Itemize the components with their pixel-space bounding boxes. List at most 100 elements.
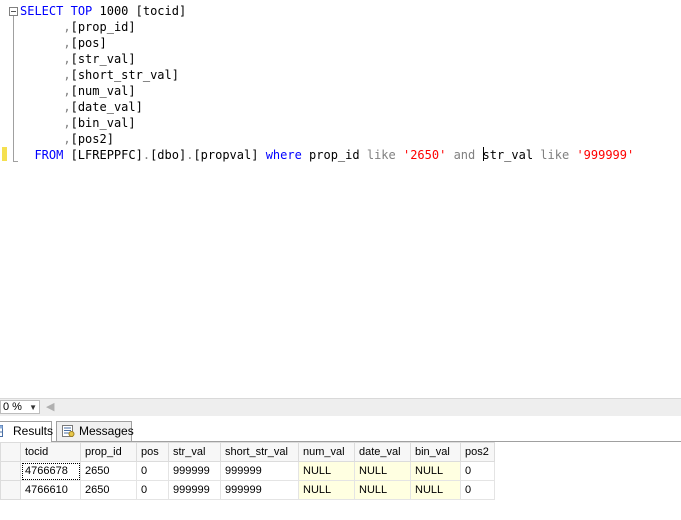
table-row[interactable]: 4766610 2650 0 999999 999999 NULL NULL NULL 0 [0,480,495,500]
table-cell[interactable]: 4766610 [20,480,81,500]
column-header-bin-val[interactable]: bin_val [410,442,461,462]
corner-cell[interactable] [0,442,21,462]
code-token: '999999' [576,148,635,162]
table-cell[interactable]: 0 [460,480,495,500]
tab-results-label: Results [13,424,54,438]
code-token: [prop_id] [70,20,136,34]
column-header-date-val[interactable]: date_val [354,442,411,462]
table-cell[interactable]: 0 [460,461,495,481]
code-line[interactable]: ,[str_val] [20,51,136,67]
code-token: . [142,148,151,162]
code-token: [pos2] [70,132,114,146]
column-header-num-val[interactable]: num_val [298,442,355,462]
code-token: , [63,84,71,98]
collapse-toggle-icon[interactable] [9,7,18,16]
code-token: , [63,20,71,34]
table-cell[interactable]: NULL [298,461,355,481]
code-token: '2650' [402,148,447,162]
code-token: 1000 [tocid] [92,4,187,18]
code-line[interactable]: ,[pos2] [20,131,114,147]
code-token: like [540,148,570,162]
code-line[interactable]: ,[num_val] [20,83,136,99]
code-line[interactable]: ,[pos] [20,35,107,51]
table-cell[interactable]: 0 [136,480,169,500]
messages-icon [62,425,75,437]
code-token: prop_id [301,148,367,162]
results-table: tocid prop_id pos str_val short_str_val num_v… [0,442,495,500]
code-token: , [63,116,71,130]
tab-messages[interactable]: Messages [56,421,134,441]
outline-guide-end [13,161,18,162]
table-cell[interactable]: NULL [354,480,411,500]
column-header-tocid[interactable]: tocid [20,442,81,462]
table-cell[interactable]: 0 [136,461,169,481]
column-header-prop-id[interactable]: prop_id [80,442,137,462]
changed-line-marker [2,147,7,161]
tab-messages-label: Messages [79,424,134,438]
code-line[interactable]: ,[bin_val] [20,115,136,131]
column-header-str-val[interactable]: str_val [168,442,221,462]
table-cell[interactable]: 2650 [80,461,137,481]
code-token: and [453,148,476,162]
editor-status-strip: 0 % ▼ ◀ [0,398,681,416]
code-line[interactable]: FROM [LFREPPFC].[dbo].[propval] where pr… [20,147,634,163]
tab-results[interactable]: Results [0,421,54,442]
code-token: [num_val] [70,84,136,98]
results-grid[interactable]: tocid prop_id pos str_val short_str_val num_v… [0,442,681,520]
code-token: [LFREPPFC] [63,148,143,162]
table-cell[interactable]: NULL [410,480,461,500]
column-header-pos[interactable]: pos [136,442,169,462]
table-cell[interactable]: NULL [298,480,355,500]
code-token: , [63,68,71,82]
column-header-pos2[interactable]: pos2 [460,442,495,462]
table-row[interactable]: 4766678 2650 0 999999 999999 NULL NULL NULL 0 [0,461,495,481]
code-line[interactable]: ,[prop_id] [20,19,136,35]
table-cell[interactable]: NULL [354,461,411,481]
code-token: [dbo] [150,148,187,162]
code-token: , [63,132,71,146]
table-cell[interactable]: 999999 [220,461,299,481]
header-row: tocid prop_id pos str_val short_str_val num_v… [0,442,495,462]
table-cell[interactable]: 999999 [168,480,221,500]
code-token: [bin_val] [70,116,136,130]
outline-guide [13,16,14,162]
code-token: FROM [34,148,64,162]
code-token: [short_str_val] [70,68,179,82]
code-token: str_val [482,148,541,162]
zoom-value: 0 % [3,401,22,413]
code-line[interactable]: ,[short_str_val] [20,67,179,83]
results-tabbar: Results Messages [0,419,681,442]
column-header-short-str-val[interactable]: short_str_val [220,442,299,462]
code-token: where [265,148,302,162]
code-token: , [63,36,71,50]
scroll-left-icon[interactable]: ◀ [46,399,54,415]
query-editor[interactable]: SELECT TOP 1000 [tocid] ,[prop_id] ,[pos… [0,0,681,398]
zoom-dropdown[interactable]: 0 % ▼ [0,400,40,414]
table-cell[interactable]: 999999 [220,480,299,500]
code-token: [pos] [70,36,107,50]
code-line[interactable]: ,[date_val] [20,99,142,115]
table-cell[interactable]: NULL [410,461,461,481]
code-line[interactable]: SELECT TOP 1000 [tocid] [20,3,186,19]
row-header[interactable] [0,480,21,500]
code-token: [str_val] [70,52,136,66]
code-token: , [63,100,71,114]
table-cell[interactable]: 999999 [168,461,221,481]
chevron-down-icon: ▼ [29,403,37,412]
code-token: , [63,52,71,66]
table-cell[interactable]: 2650 [80,480,137,500]
table-cell[interactable]: 4766678 [20,461,81,481]
code-token: like [366,148,396,162]
row-header[interactable] [0,461,21,481]
